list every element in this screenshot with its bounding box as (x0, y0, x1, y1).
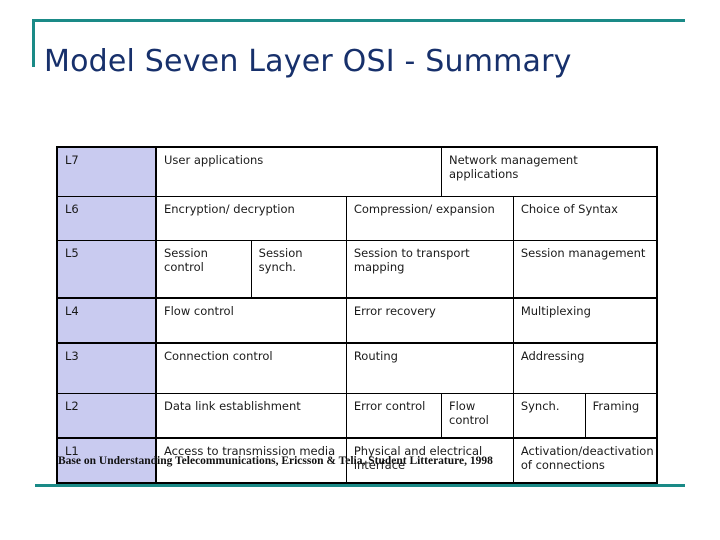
title-accent-rule-top (32, 19, 685, 22)
layer-label-l6: L6 (56, 196, 157, 241)
table-row: L2 Data link establishment Error control… (56, 393, 658, 439)
table-row: L4 Flow control Error recovery Multiplex… (56, 297, 658, 344)
cell-l4-0: Flow control (155, 297, 347, 344)
table-source-caption: Base on Understanding Telecommunications… (58, 455, 493, 467)
cell-l2-3: Synch. (512, 393, 586, 439)
cell-l6-2: Choice of Syntax (512, 196, 658, 241)
cell-l2-0: Data link establishment (155, 393, 347, 439)
layer-label-l3: L3 (56, 342, 157, 394)
cell-l6-0: Encryption/ decryption (155, 196, 347, 241)
cell-l4-2: Multiplexing (512, 297, 658, 344)
footer-accent-rule (35, 484, 685, 487)
table-row: L7 User applications Network management … (56, 146, 658, 197)
cell-l3-2: Addressing (512, 342, 658, 394)
layer-label-l4: L4 (56, 297, 157, 344)
layer-label-l2: L2 (56, 393, 157, 439)
table-row: L5 Session control Session synch. Sessio… (56, 240, 658, 299)
osi-layer-table: L7 User applications Network management … (56, 146, 658, 484)
layer-label-l5: L5 (56, 240, 157, 299)
cell-l7-1: Network management applications (441, 146, 658, 197)
cell-l3-1: Routing (345, 342, 514, 394)
cell-l2-4: Framing (584, 393, 658, 439)
cell-l6-1: Compression/ expansion (345, 196, 514, 241)
table-row: L3 Connection control Routing Addressing (56, 342, 658, 394)
cell-l4-1: Error recovery (345, 297, 514, 344)
title-accent-rule-left (32, 19, 35, 67)
page-title: Model Seven Layer OSI - Summary (44, 44, 572, 80)
cell-l2-1: Error control (345, 393, 443, 439)
cell-l2-2: Flow control (441, 393, 514, 439)
table-row: L6 Encryption/ decryption Compression/ e… (56, 196, 658, 241)
cell-l5-1: Session synch. (250, 240, 347, 299)
cell-l5-2: Session to transport mapping (345, 240, 514, 299)
cell-l5-3: Session management (512, 240, 658, 299)
cell-l7-0: User applications (155, 146, 442, 197)
cell-l5-0: Session control (155, 240, 252, 299)
cell-l3-0: Connection control (155, 342, 347, 394)
layer-label-l7: L7 (56, 146, 157, 197)
